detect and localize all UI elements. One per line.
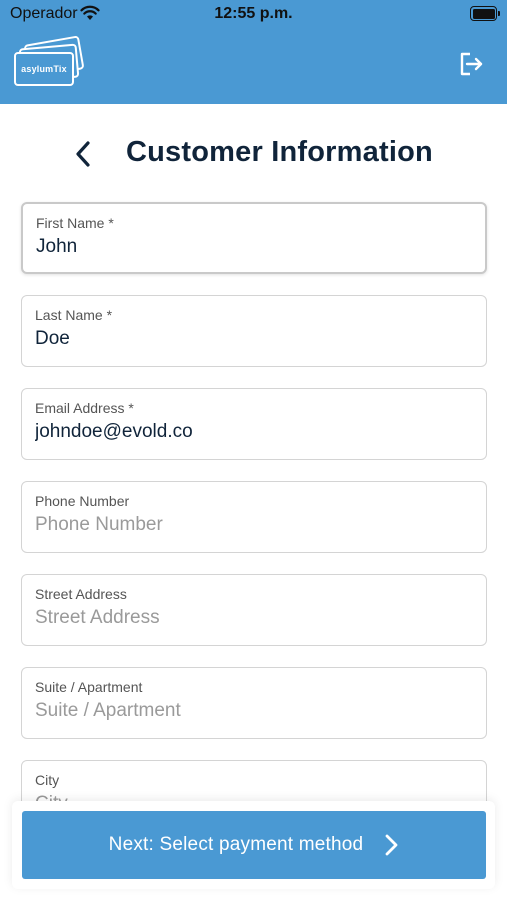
phone-input[interactable] [35,514,465,536]
page-title: Customer Information [126,136,433,168]
logout-icon [460,52,483,76]
street-address-field[interactable]: Street Address [21,574,487,646]
footer-bar: Next: Select payment method [12,801,495,889]
suite-apartment-label: Suite / Apartment [35,679,143,695]
street-address-label: Street Address [35,586,127,602]
logo-text: asylumTix [21,64,67,74]
first-name-label: First Name * [36,215,114,231]
status-bar: Operador 12:55 p.m. [0,0,507,30]
last-name-label: Last Name * [35,307,113,323]
email-field[interactable]: Email Address * [21,388,487,460]
first-name-input[interactable] [36,236,466,258]
suite-apartment-field[interactable]: Suite / Apartment [21,667,487,739]
app-header: Operador 12:55 p.m. asylumTix [0,0,507,104]
email-label: Email Address * [35,400,134,416]
clock: 12:55 p.m. [214,5,293,22]
ticket-shape: asylumTix [14,52,74,86]
asylumtix-logo: asylumTix [12,35,86,90]
phone-field[interactable]: Phone Number [21,481,487,553]
next-select-payment-button[interactable]: Next: Select payment method [22,811,486,879]
page-header: Customer Information [0,130,507,178]
chevron-right-icon [385,834,398,856]
logout-button[interactable] [457,50,485,78]
city-label: City [35,772,60,788]
phone-label: Phone Number [35,493,130,509]
chevron-left-icon [76,141,90,167]
email-input[interactable] [35,421,465,443]
suite-apartment-input[interactable] [35,700,465,722]
last-name-input[interactable] [35,328,465,350]
battery-icon [470,6,500,21]
back-button[interactable] [68,136,100,172]
first-name-field[interactable]: First Name * [21,202,487,274]
next-button-label: Next: Select payment method [108,834,364,855]
street-address-input[interactable] [35,607,465,629]
last-name-field[interactable]: Last Name * [21,295,487,367]
